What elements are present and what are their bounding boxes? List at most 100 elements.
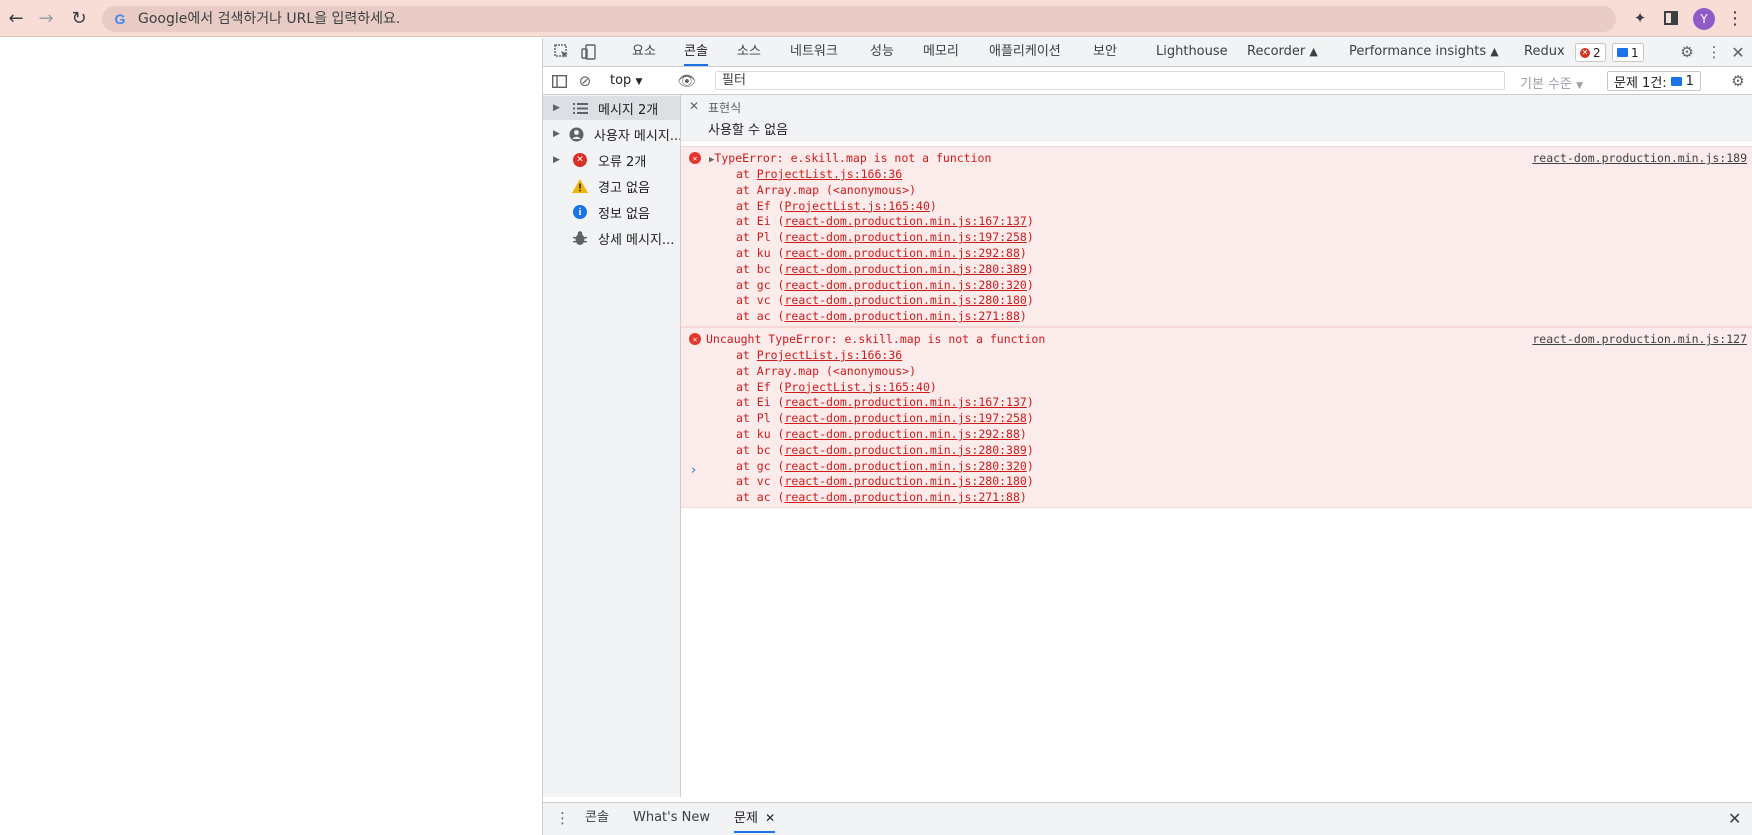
sidebar-item-info[interactable]: i 정보 없음	[543, 200, 680, 224]
expression-title[interactable]: 표현식	[708, 99, 741, 116]
stack-frame-function: at Pl	[736, 411, 778, 426]
stack-frame-link[interactable]: ProjectList.js:166:36	[757, 348, 902, 362]
tab-performance[interactable]: 성능	[870, 38, 894, 66]
stack-frame-link[interactable]: ProjectList.js:165:40	[784, 380, 929, 394]
more-options-icon[interactable]: ⋮	[1705, 43, 1723, 61]
omnibox-input[interactable]	[136, 10, 1440, 28]
sidebar-item-user-messages[interactable]: ▶ 사용자 메시지...	[543, 122, 680, 146]
drawer-tab-console[interactable]: 콘솔	[585, 803, 609, 833]
stack-trace: at ProjectList.js:166:36 at Array.map (<a…	[736, 348, 1034, 506]
clear-console-icon[interactable]: ⊘	[576, 72, 594, 90]
tab-network[interactable]: 네트워크	[790, 38, 838, 66]
side-panel-icon[interactable]	[1659, 6, 1683, 30]
error-icon: ✕	[689, 333, 701, 345]
tab-performance-insights[interactable]: Performance insights ▲	[1349, 38, 1499, 66]
flask-icon: ▲	[1490, 45, 1499, 58]
stack-frame-link[interactable]: react-dom.production.min.js:280:320	[784, 278, 1026, 292]
drawer-tab-whats-new[interactable]: What's New	[633, 803, 710, 833]
device-toggle-icon[interactable]	[580, 43, 598, 61]
omnibox[interactable]: G	[102, 6, 1616, 32]
filter-input[interactable]	[715, 71, 1505, 90]
stack-frame-link[interactable]: react-dom.production.min.js:197:258	[784, 411, 1026, 425]
error-count: 2	[1593, 45, 1601, 60]
stack-frame-function: at Ef	[736, 379, 778, 394]
message-count: 1	[1631, 45, 1639, 60]
stack-frame-link[interactable]: react-dom.production.min.js:280:180	[784, 474, 1026, 488]
sidebar-item-errors[interactable]: ▶ ✕ 오류 2개	[543, 148, 680, 172]
stack-frame: at Ef (ProjectList.js:165:40)	[736, 379, 937, 394]
stack-frame-function: at Ei	[736, 214, 778, 229]
tab-recorder-label: Recorder	[1247, 44, 1306, 59]
message-count-badge[interactable]: 1	[1612, 43, 1644, 62]
stack-frame-function: at vc	[736, 293, 778, 308]
stack-frame-link[interactable]: react-dom.production.min.js:280:320	[784, 459, 1026, 473]
stack-frame-function: at	[736, 348, 757, 362]
context-selector[interactable]: top ▼	[610, 73, 642, 88]
console-settings-icon[interactable]: ⚙	[1729, 72, 1747, 90]
menu-icon[interactable]: ⋮	[1723, 6, 1747, 30]
sidebar-item-warnings[interactable]: 경고 없음	[543, 174, 680, 198]
error-source-link[interactable]: react-dom.production.min.js:127	[1532, 332, 1747, 346]
stack-frame-link[interactable]: react-dom.production.min.js:271:88	[784, 309, 1019, 323]
stack-frame-function: at Ei	[736, 395, 778, 410]
sidebar-item-verbose[interactable]: 상세 메시지...	[543, 226, 680, 250]
stack-frame-link[interactable]: react-dom.production.min.js:280:389	[784, 443, 1026, 457]
stack-frame-link[interactable]: react-dom.production.min.js:197:258	[784, 230, 1026, 244]
log-levels-label: 기본 수준	[1520, 77, 1572, 92]
close-devtools-icon[interactable]: ✕	[1729, 43, 1747, 62]
sidebar-item-messages[interactable]: ▶ 메시지 2개	[543, 96, 680, 120]
console-prompt[interactable]: ›	[691, 463, 696, 478]
stack-frame: at ku (react-dom.production.min.js:292:8…	[736, 245, 1027, 260]
stack-frame-link[interactable]: ProjectList.js:166:36	[757, 167, 902, 181]
issues-button[interactable]: 문제 1건: 1	[1607, 71, 1701, 91]
stack-frame-link[interactable]: react-dom.production.min.js:167:137	[784, 214, 1026, 228]
tab-application[interactable]: 애플리케이션	[989, 38, 1061, 66]
tab-redux[interactable]: Redux	[1524, 38, 1565, 66]
console-sidebar: ▶ 메시지 2개 ▶ 사용자 메시지... ▶ ✕ 오류 2개 경고 없음 i …	[543, 95, 681, 797]
stack-frame-function: at	[736, 167, 757, 181]
drawer-tab-issues[interactable]: 문제 ✕	[734, 803, 776, 833]
error-count-badge[interactable]: ✕ 2	[1575, 43, 1606, 62]
close-icon[interactable]: ✕	[689, 99, 699, 113]
drawer-menu-icon[interactable]: ⋮	[555, 809, 570, 827]
log-levels-dropdown[interactable]: 기본 수준 ▼	[1520, 73, 1583, 92]
extensions-icon[interactable]: ✦	[1628, 6, 1652, 30]
tab-recorder[interactable]: Recorder ▲	[1247, 38, 1318, 66]
tab-memory[interactable]: 메모리	[923, 38, 959, 66]
sidebar-toggle-icon[interactable]	[550, 72, 568, 90]
stack-frame-link[interactable]: react-dom.production.min.js:167:137	[784, 395, 1026, 409]
stack-frame-link[interactable]: react-dom.production.min.js:271:88	[784, 490, 1019, 504]
avatar[interactable]: Y	[1693, 8, 1715, 30]
tab-lighthouse[interactable]: Lighthouse	[1156, 38, 1228, 66]
tab-sources[interactable]: 소스	[737, 38, 761, 66]
stack-frame-link[interactable]: ProjectList.js:165:40	[784, 199, 929, 213]
stack-frame: at ac (react-dom.production.min.js:271:8…	[736, 309, 1027, 324]
stack-frame-function: at bc	[736, 442, 778, 457]
tab-console[interactable]: 콘솔	[684, 38, 708, 66]
tab-security[interactable]: 보안	[1093, 38, 1117, 66]
stack-frame-link[interactable]: react-dom.production.min.js:292:88	[784, 427, 1019, 441]
back-icon[interactable]: ←	[4, 6, 28, 30]
close-drawer-icon[interactable]: ✕	[1728, 809, 1741, 828]
stack-frame-link[interactable]: react-dom.production.min.js:292:88	[784, 246, 1019, 260]
sidebar-item-label: 오류 2개	[598, 154, 647, 170]
close-icon[interactable]: ✕	[765, 811, 775, 825]
stack-frame: at ProjectList.js:166:36	[736, 348, 1034, 364]
forward-icon[interactable]: →	[34, 6, 58, 30]
sidebar-item-label: 사용자 메시지...	[593, 128, 680, 144]
stack-frame-function: at ac	[736, 490, 778, 505]
error-message: ✕ ▶TypeError: e.skill.map is not a funct…	[681, 146, 1752, 327]
settings-icon[interactable]: ⚙	[1678, 43, 1696, 61]
info-icon: i	[572, 204, 588, 220]
live-expression-eye-icon[interactable]: 👁	[677, 72, 696, 90]
tab-elements[interactable]: 요소	[632, 38, 656, 66]
expand-arrow-icon: ▶	[553, 155, 560, 165]
reload-icon[interactable]: ↻	[67, 6, 91, 30]
inspect-icon[interactable]	[553, 43, 571, 61]
stack-frame: at vc (react-dom.production.min.js:280:1…	[736, 293, 1034, 308]
error-header[interactable]: ▶TypeError: e.skill.map is not a functio…	[709, 151, 991, 165]
error-text: Uncaught TypeError: e.skill.map is not a…	[706, 332, 1046, 346]
error-source-link[interactable]: react-dom.production.min.js:189	[1532, 151, 1747, 165]
stack-frame-link[interactable]: react-dom.production.min.js:280:389	[784, 262, 1026, 276]
stack-frame-link[interactable]: react-dom.production.min.js:280:180	[784, 293, 1026, 307]
